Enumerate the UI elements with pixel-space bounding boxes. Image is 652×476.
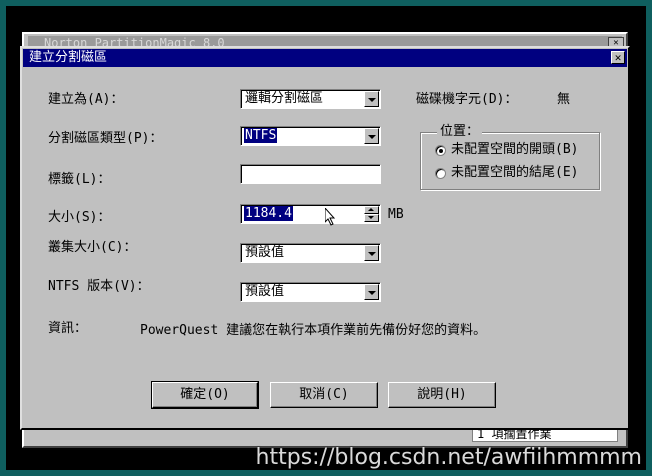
position-group-title: 位置： [437, 124, 483, 140]
ntfs-version-select[interactable]: 預設值 [240, 282, 381, 302]
size-label: 大小(S)： [48, 210, 111, 225]
chevron-down-icon[interactable] [364, 91, 379, 107]
cluster-size-label: 叢集大小(C)： [48, 240, 137, 255]
create-as-select[interactable]: 邏輯分割磁區 [240, 89, 381, 109]
partition-type-select[interactable]: NTFS [240, 126, 381, 146]
info-text: PowerQuest 建議您在執行本項作業前先備份好您的資料。 [140, 323, 487, 338]
cancel-button[interactable]: 取消(C) [270, 382, 378, 408]
partition-type-label: 分割磁區類型(P)： [48, 131, 163, 146]
cluster-size-value: 預設值 [245, 245, 285, 260]
volume-label-input[interactable] [240, 164, 381, 184]
cluster-size-select[interactable]: 預設值 [240, 243, 381, 263]
size-value: 1184.4 [244, 206, 293, 221]
chevron-down-icon[interactable] [364, 284, 379, 300]
chevron-down-icon[interactable] [364, 128, 379, 144]
drive-letter-label: 磁碟機字元(D)： [416, 92, 518, 107]
create-as-label: 建立為(A)： [48, 92, 124, 107]
spin-down-icon[interactable] [364, 214, 379, 222]
radio-end-of-unallocated[interactable] [435, 168, 446, 179]
radio-start-label[interactable]: 未配置空間的開頭(B) [451, 142, 578, 158]
size-unit: MB [388, 207, 404, 222]
create-as-value: 邏輯分割磁區 [245, 91, 324, 106]
ntfs-version-label: NTFS 版本(V)： [48, 279, 150, 294]
info-label: 資訊： [48, 321, 88, 336]
volume-label-label: 標籤(L)： [48, 172, 111, 187]
dialog-titlebar: 建立分割磁區 ✕ [23, 49, 627, 67]
radio-end-label[interactable]: 未配置空間的結尾(E) [451, 165, 578, 181]
mouse-pointer-icon [325, 208, 336, 226]
ntfs-version-value: 預設值 [245, 284, 285, 299]
drive-letter-value[interactable]: 無 [557, 92, 570, 108]
help-button[interactable]: 說明(H) [388, 382, 496, 408]
position-group: 位置： 未配置空間的開頭(B) 未配置空間的結尾(E) [420, 124, 600, 190]
spin-up-icon[interactable] [364, 206, 379, 214]
create-partition-dialog: 建立分割磁區 ✕ 建立為(A)： 邏輯分割磁區 磁碟機字元(D)： 無 分割磁區… [20, 46, 630, 430]
watermark-url: https://blog.csdn.net/awfiihmmmm [255, 445, 642, 470]
partition-type-value: NTFS [244, 128, 278, 143]
close-button[interactable]: ✕ [611, 51, 625, 64]
radio-start-of-unallocated[interactable] [435, 145, 446, 156]
ok-button[interactable]: 確定(O) [151, 381, 259, 409]
dialog-title: 建立分割磁區 [29, 50, 108, 65]
chevron-down-icon[interactable] [364, 245, 379, 261]
size-input[interactable]: 1184.4 [240, 204, 381, 224]
